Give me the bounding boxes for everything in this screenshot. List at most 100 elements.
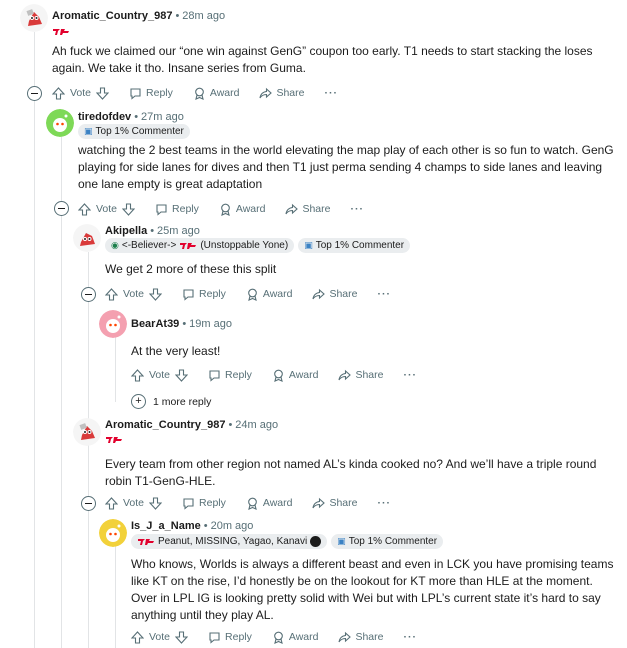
upvote-icon[interactable] xyxy=(131,368,144,382)
downvote-icon[interactable] xyxy=(149,496,163,510)
reply-button[interactable]: Reply xyxy=(182,288,226,301)
username[interactable]: BearAt39 xyxy=(131,317,179,331)
share-button[interactable]: Share xyxy=(312,288,358,301)
share-button[interactable]: Share xyxy=(259,87,305,100)
timestamp[interactable]: 28m ago xyxy=(182,9,225,23)
avatar[interactable] xyxy=(73,224,101,252)
top-commenter-badge: Top 1% Commenter xyxy=(315,239,405,251)
share-label: Share xyxy=(329,288,358,300)
separator-dot: • xyxy=(150,225,155,237)
more-options-button[interactable]: ··· xyxy=(378,497,392,509)
collapse-button[interactable] xyxy=(81,496,96,511)
username[interactable]: tiredofdev xyxy=(78,110,131,124)
username[interactable]: Aromatic_Country_987 xyxy=(105,418,225,432)
collapse-button[interactable] xyxy=(54,201,69,216)
separator-dot: • xyxy=(228,419,233,431)
share-button[interactable]: Share xyxy=(285,203,331,216)
share-label: Share xyxy=(329,497,358,509)
top-commenter-badge: Top 1% Commenter xyxy=(348,535,438,547)
comment-actions: Vote Reply Award Share ··· xyxy=(105,284,391,304)
upvote-icon[interactable] xyxy=(131,630,144,644)
share-label: Share xyxy=(355,631,384,643)
share-icon xyxy=(312,497,326,508)
avatar[interactable] xyxy=(46,109,74,137)
reply-label: Reply xyxy=(225,369,252,381)
timestamp[interactable]: 27m ago xyxy=(141,110,184,124)
reply-button[interactable]: Reply xyxy=(182,497,226,510)
share-label: Share xyxy=(302,203,331,215)
award-button[interactable]: Award xyxy=(272,631,319,644)
downvote-icon[interactable] xyxy=(175,630,189,644)
reply-label: Reply xyxy=(146,87,173,99)
award-icon xyxy=(195,87,204,100)
user-flair: Peanut, MISSING, Yagao, Kanavi xyxy=(131,533,328,549)
award-button[interactable]: Award xyxy=(246,288,292,301)
vote-label: Vote xyxy=(123,497,145,509)
more-options-button[interactable]: ··· xyxy=(404,369,418,381)
share-button[interactable]: Share xyxy=(312,497,358,510)
separator-dot: • xyxy=(182,318,187,330)
upvote-icon[interactable] xyxy=(105,287,118,301)
reply-button[interactable]: Reply xyxy=(208,631,252,644)
more-options-button[interactable]: ··· xyxy=(378,288,392,300)
upvote-icon[interactable] xyxy=(52,86,65,100)
avatar[interactable] xyxy=(20,4,48,32)
user-flair: ▣ Top 1% Commenter xyxy=(78,123,190,139)
username[interactable]: Is_J_a_Name xyxy=(131,519,201,533)
downvote-icon[interactable] xyxy=(96,86,110,100)
comment-text: watching the 2 best teams in the world e… xyxy=(78,143,614,191)
vote-label: Vote xyxy=(123,288,145,300)
flair-text: Peanut, MISSING, Yagao, Kanavi xyxy=(158,535,308,547)
collapse-button[interactable] xyxy=(27,86,42,101)
more-options-button[interactable]: ··· xyxy=(351,203,365,215)
award-icon xyxy=(248,497,257,510)
reply-button[interactable]: Reply xyxy=(208,369,252,382)
award-label: Award xyxy=(235,203,266,215)
comment-actions: Vote Reply Award Share ··· xyxy=(131,365,417,385)
thread-line[interactable] xyxy=(34,32,35,648)
reply-icon xyxy=(183,288,194,301)
thread-line[interactable] xyxy=(88,432,89,648)
timestamp[interactable]: 19m ago xyxy=(189,317,232,331)
reply-icon xyxy=(209,631,220,644)
trophy-icon: ▣ xyxy=(304,239,313,250)
more-options-button[interactable]: ··· xyxy=(325,87,339,99)
downvote-icon[interactable] xyxy=(149,287,163,301)
comment-actions: Vote Reply Award Share ··· xyxy=(78,199,364,219)
award-button[interactable]: Award xyxy=(272,369,318,382)
downvote-icon[interactable] xyxy=(122,202,136,216)
separator-dot: • xyxy=(175,10,180,22)
reply-button[interactable]: Reply xyxy=(129,87,173,100)
thread-line[interactable] xyxy=(88,252,89,422)
reply-button[interactable]: Reply xyxy=(155,203,199,216)
reply-label: Reply xyxy=(225,631,252,643)
t1-flair-icon xyxy=(137,537,155,546)
vote-label: Vote xyxy=(96,203,118,215)
upvote-icon[interactable] xyxy=(105,496,118,510)
timestamp[interactable]: 25m ago xyxy=(157,224,200,238)
share-button[interactable]: Share xyxy=(338,631,384,644)
thread-line[interactable] xyxy=(115,546,116,648)
upvote-icon[interactable] xyxy=(78,202,91,216)
snoo-avatar-icon xyxy=(73,224,101,252)
comment-text: Ah fuck we claimed our “one win against … xyxy=(52,44,593,75)
award-label: Award xyxy=(288,631,319,643)
timestamp[interactable]: 24m ago xyxy=(235,418,278,432)
username[interactable]: Aromatic_Country_987 xyxy=(52,9,172,23)
downvote-icon[interactable] xyxy=(175,368,189,382)
avatar[interactable] xyxy=(99,310,127,338)
more-replies-button[interactable]: + 1 more reply xyxy=(131,394,211,409)
reply-label: Reply xyxy=(199,497,226,509)
award-button[interactable]: Award xyxy=(246,497,292,510)
username[interactable]: Akipella xyxy=(105,224,147,238)
share-button[interactable]: Share xyxy=(338,369,384,382)
avatar[interactable] xyxy=(73,418,101,446)
avatar[interactable] xyxy=(99,519,127,547)
user-flair: ▣ Top 1% Commenter xyxy=(331,533,444,549)
award-button[interactable]: Award xyxy=(219,203,266,216)
collapse-button[interactable] xyxy=(81,287,96,302)
timestamp[interactable]: 20m ago xyxy=(211,519,254,533)
more-options-button[interactable]: ··· xyxy=(404,631,418,643)
award-button[interactable]: Award xyxy=(193,87,239,100)
thread-line[interactable] xyxy=(115,336,116,402)
